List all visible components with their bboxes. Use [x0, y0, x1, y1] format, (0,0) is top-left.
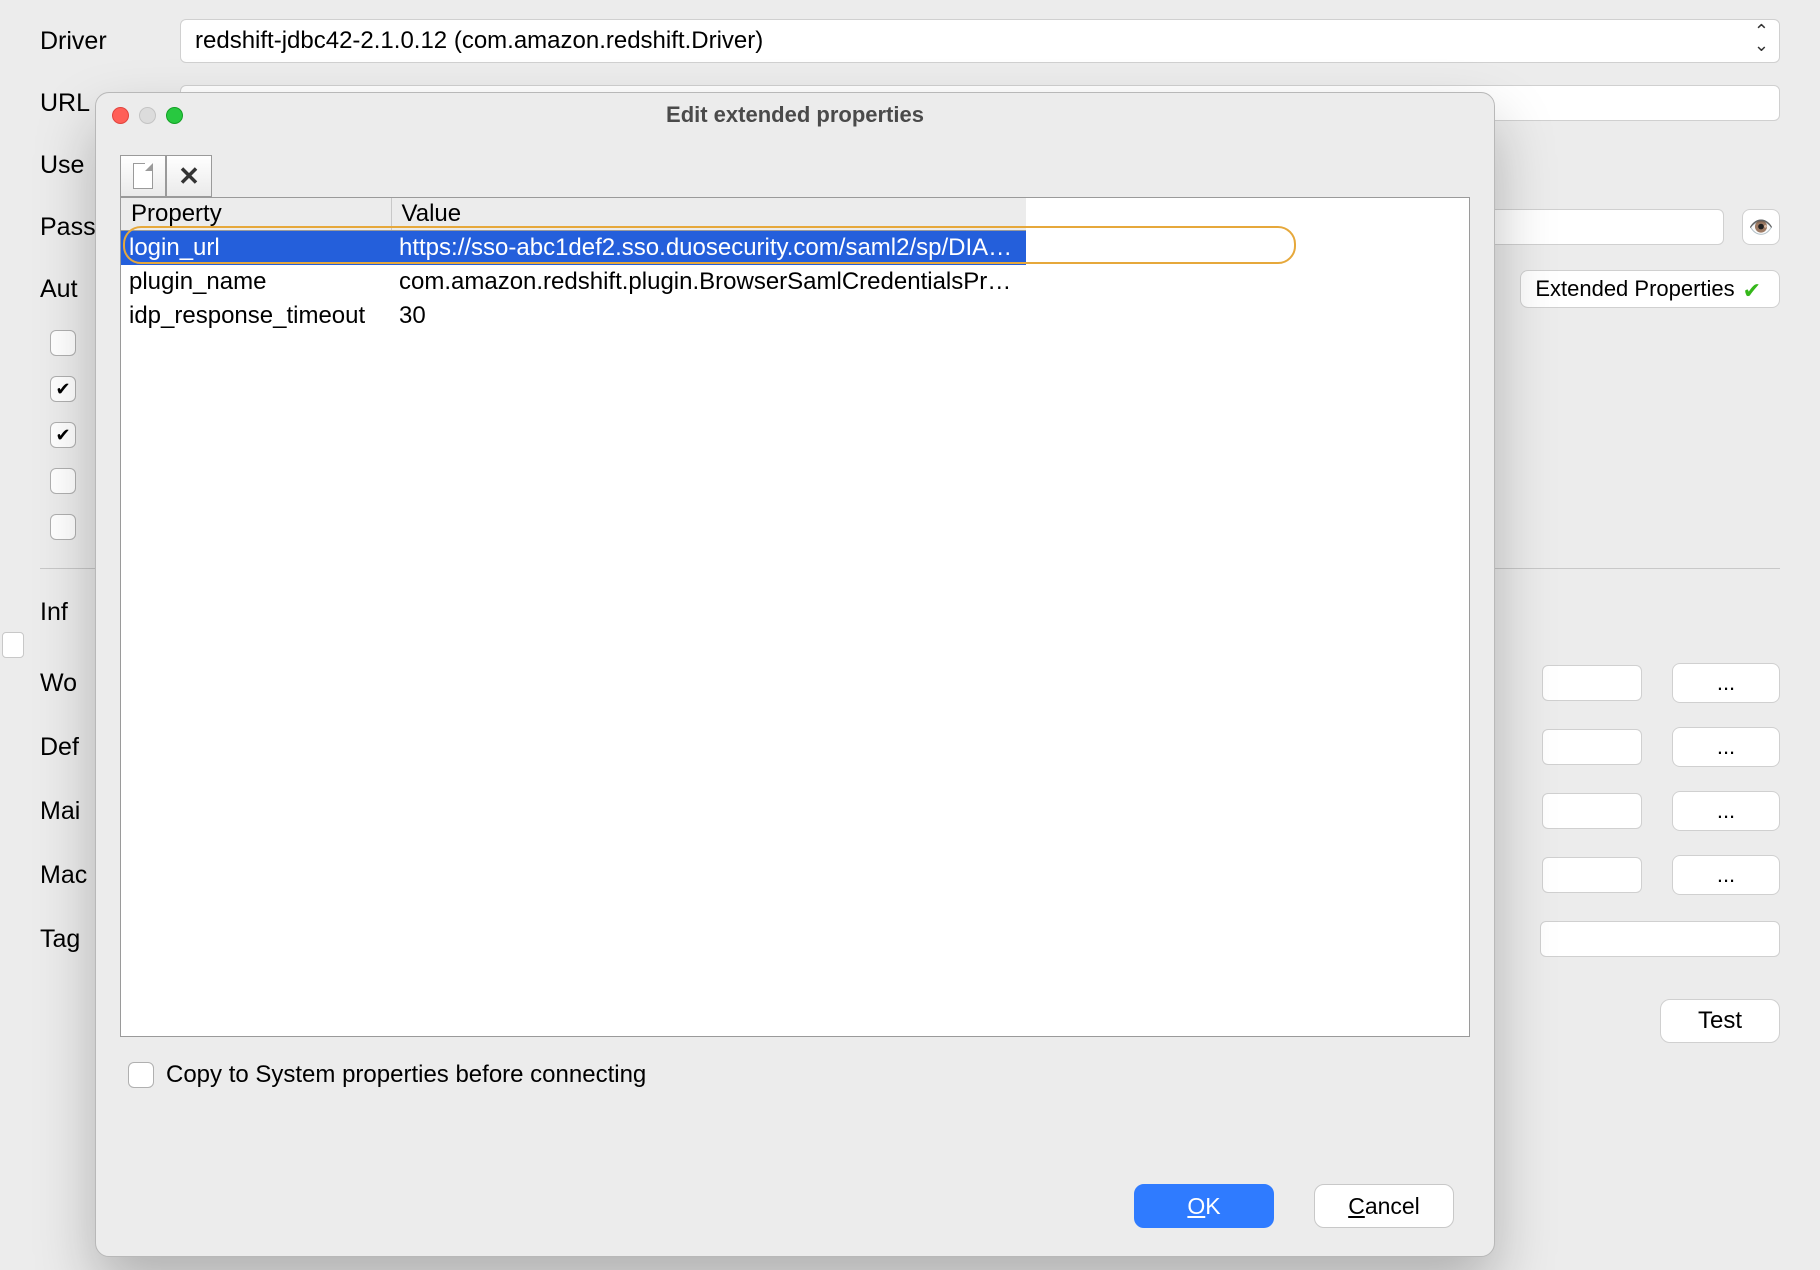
chevron-updown-icon: ⌃⌄ — [1754, 24, 1769, 52]
wor-browse-button[interactable]: ... — [1672, 663, 1780, 703]
delete-property-button[interactable]: ✕ — [166, 155, 212, 197]
ext-props-label: Extended Properties — [1535, 276, 1734, 302]
property-value-cell[interactable]: 30 — [391, 299, 1026, 333]
checkbox-2[interactable] — [50, 376, 76, 402]
checkbox-3[interactable] — [50, 422, 76, 448]
checkbox-1[interactable] — [50, 330, 76, 356]
property-value-cell[interactable]: com.amazon.redshift.plugin.BrowserSamlCr… — [391, 265, 1026, 299]
edit-extended-properties-dialog: Edit extended properties ✕ Property Valu… — [95, 92, 1495, 1257]
mai-field[interactable] — [1542, 793, 1642, 829]
check-icon: ✔ — [1743, 278, 1765, 300]
cancel-button[interactable]: Cancel — [1314, 1184, 1454, 1228]
col-header-value[interactable]: Value — [391, 198, 1026, 231]
checkbox-4[interactable] — [50, 468, 76, 494]
def-field[interactable] — [1542, 729, 1642, 765]
table-row[interactable]: plugin_namecom.amazon.redshift.plugin.Br… — [121, 265, 1469, 299]
property-name-cell[interactable]: login_url — [121, 231, 391, 265]
checkbox-5[interactable] — [50, 514, 76, 540]
cancel-label: Cancel — [1348, 1193, 1420, 1220]
ok-button[interactable]: OK — [1134, 1184, 1274, 1228]
copy-to-system-label: Copy to System properties before connect… — [166, 1061, 646, 1089]
dialog-title: Edit extended properties — [96, 102, 1494, 128]
side-tab[interactable] — [2, 632, 24, 658]
def-browse-button[interactable]: ... — [1672, 727, 1780, 767]
new-property-button[interactable] — [120, 155, 166, 197]
label-driver: Driver — [40, 27, 180, 56]
property-value-cell[interactable]: https://sso-abc1def2.sso.duosecurity.com… — [391, 231, 1026, 265]
col-header-property[interactable]: Property — [121, 198, 391, 231]
test-label: Test — [1698, 1007, 1742, 1035]
titlebar[interactable]: Edit extended properties — [96, 93, 1494, 137]
copy-to-system-checkbox[interactable] — [128, 1062, 154, 1088]
document-icon — [133, 163, 153, 189]
wor-field[interactable] — [1542, 665, 1642, 701]
property-name-cell[interactable]: plugin_name — [121, 265, 391, 299]
ok-label: OK — [1187, 1193, 1220, 1220]
properties-table[interactable]: Property Value login_urlhttps://sso-abc1… — [120, 197, 1470, 1037]
driver-dropdown[interactable]: redshift-jdbc42-2.1.0.12 (com.amazon.red… — [180, 19, 1780, 63]
mai-browse-button[interactable]: ... — [1672, 791, 1780, 831]
mac-browse-button[interactable]: ... — [1672, 855, 1780, 895]
extended-properties-button[interactable]: Extended Properties ✔ — [1520, 270, 1780, 308]
driver-value: redshift-jdbc42-2.1.0.12 (com.amazon.red… — [195, 27, 763, 55]
table-row[interactable]: idp_response_timeout30 — [121, 299, 1469, 333]
test-button[interactable]: Test — [1660, 999, 1780, 1043]
property-name-cell[interactable]: idp_response_timeout — [121, 299, 391, 333]
eye-icon[interactable]: 👁️ — [1742, 209, 1780, 245]
table-row[interactable]: login_urlhttps://sso-abc1def2.sso.duosec… — [121, 231, 1469, 265]
x-icon: ✕ — [178, 161, 200, 192]
tag-field[interactable] — [1540, 921, 1780, 957]
mac-field[interactable] — [1542, 857, 1642, 893]
